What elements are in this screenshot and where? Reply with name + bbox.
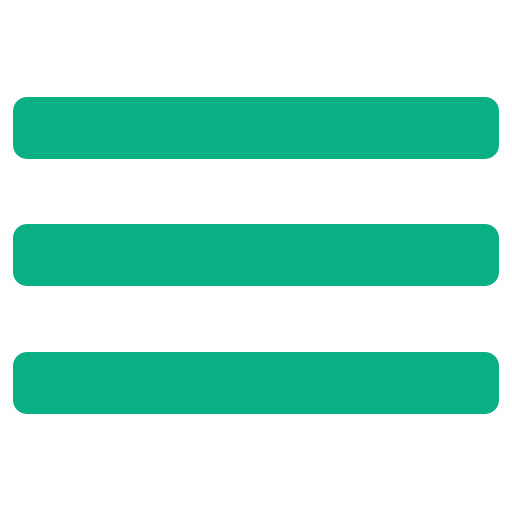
menu-bar-bottom bbox=[13, 352, 499, 414]
icon-canvas bbox=[0, 0, 512, 512]
hamburger-menu-icon[interactable] bbox=[0, 0, 512, 512]
menu-bar-middle bbox=[13, 224, 499, 286]
menu-bar-top bbox=[13, 97, 499, 159]
